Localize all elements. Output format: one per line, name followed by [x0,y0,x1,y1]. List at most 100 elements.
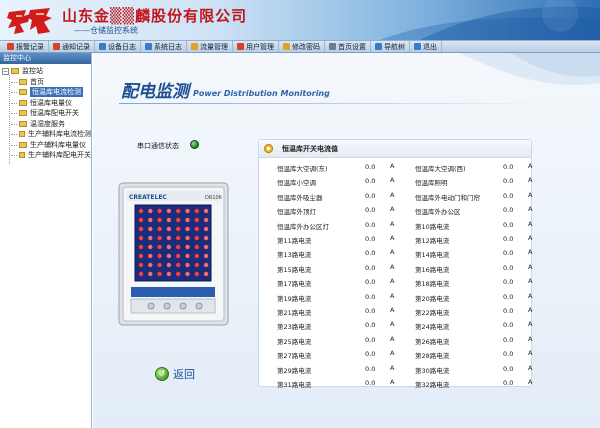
sidebar-item-label: 恒温库电流检测 [30,87,83,98]
device-led [176,208,181,214]
channel-name: 第21路电流 [277,309,312,317]
device-led [176,244,181,250]
toolbar-item-1[interactable]: 通知记录 [49,41,95,52]
folder-icon [19,99,27,106]
folder-icon [19,89,27,96]
toolbar-item-9[interactable]: 退出 [410,41,442,52]
table-row: 恒温库小空调 0.0 A 恒温库照明 0.0 A [259,175,533,188]
toolbar-item-6[interactable]: 修改密码 [279,41,325,52]
device-led [138,208,144,214]
channel-name: 恒温库外办公区 [415,208,461,217]
sidebar-item-1[interactable]: 恒温库电流检测 [2,87,91,98]
toolbar-item-2[interactable]: 设备日志 [95,41,141,52]
tree-root[interactable]: − 监控站 [2,66,91,77]
device-log-icon [99,43,106,50]
sidebar-item-2[interactable]: 恒温库电量仪 [2,98,91,109]
device-led [157,235,162,241]
sidebar-item-4[interactable]: 温湿度服务 [2,119,91,130]
tree-connector [9,75,10,164]
channel-name: 第16路电流 [415,265,450,274]
device-led [185,217,190,223]
channel-name: 第19路电流 [277,294,312,303]
table-row: 第19路电流 0.0 A 第20路电流 0.0 A [259,291,533,304]
device-led [203,271,209,277]
sidebar-item-0[interactable]: 首页 [2,77,91,88]
current-value: 0.0 [365,206,376,215]
gear-icon [263,143,274,154]
table-row: 第27路电流 0.0 A 第28路电流 0.0 A [259,348,533,361]
back-button[interactable]: ↺ 返回 [155,366,195,382]
toolbar-item-0[interactable]: 报警记录 [3,41,49,52]
toolbar-item-3[interactable]: 系统日志 [141,41,187,52]
channel-name: 第10路电流 [415,222,450,231]
channel-name: 第17路电流 [277,280,312,289]
table-row: 恒温库外吸尘器 0.0 A 恒温库外电动门和门帘 0.0 A [259,190,533,203]
current-value: 0.0 [365,335,376,344]
channel-name: 第13路电流 [277,251,312,260]
channel-name: 恒温库外吸尘器 [277,193,323,202]
device-led [148,217,153,223]
device-led [194,235,199,241]
device-led [166,244,172,250]
sidebar-item-5[interactable]: 生产辅料库电流检测 [2,129,91,140]
current-value: 0.0 [365,249,376,258]
table-row: 恒温库外办公区灯 0.0 A 第10路电流 0.0 A [259,219,533,232]
device-led [194,217,199,223]
device-led [157,208,162,214]
current-unit: A [528,162,533,170]
current-value: 0.0 [503,191,514,200]
device-led [203,208,209,214]
company-logo [7,8,52,34]
sidebar-item-3[interactable]: 恒温库配电开关 [2,108,91,119]
device-led [138,271,144,277]
sidebar-item-label: 生产辅料库电量仪 [30,140,86,149]
channel-name: 第15路电流 [277,265,312,274]
company-name: 山东金▒▒麟股份有限公司 [62,7,248,25]
main-content: 配电监测 Power Distribution Monitoring 串口通信状… [93,53,600,428]
device-led [185,253,190,259]
sidebar-item-7[interactable]: 生产辅料库配电开关 [2,150,91,161]
channel-name: 第28路电流 [415,352,450,361]
device-led [166,271,172,277]
device-led [194,244,199,250]
comm-status-indicator [190,140,199,149]
device-led [194,253,199,259]
system-log-icon [145,43,152,50]
toolbar-item-4[interactable]: 流量管理 [187,41,233,52]
system-subtitle: ——仓储监控系统 [74,26,138,35]
current-value: 0.0 [503,235,514,243]
table-row: 第11路电流 0.0 A 第12路电流 0.0 A [259,233,533,246]
device-led [185,271,190,277]
current-unit: A [528,262,533,271]
channel-name: 第12路电流 [415,237,450,245]
key-icon [283,43,290,50]
toolbar-item-label: 系统日志 [154,42,182,51]
channel-name: 第20路电流 [415,294,450,303]
device-led [185,244,190,250]
folder-icon [19,110,27,117]
device-led [157,244,162,250]
sidebar-item-label: 恒温库配电开关 [30,109,79,118]
table-row: 第21路电流 0.0 A 第22路电流 0.0 A [259,305,533,318]
device-led [185,235,190,241]
channel-name: 第11路电流 [277,237,312,245]
channel-name: 第27路电流 [277,352,312,361]
current-value: 0.0 [365,191,376,200]
toolbar-item-5[interactable]: 用户管理 [233,41,279,52]
device-led [203,253,209,259]
current-unit: A [528,248,533,257]
collapse-icon[interactable]: − [2,67,9,75]
sidebar-item-6[interactable]: 生产辅料库电量仪 [2,140,91,151]
toolbar-item-8[interactable]: 导航树 [371,41,410,52]
device-led [194,208,199,214]
device-led [166,217,172,223]
sidebar-item-label: 首页 [30,77,44,86]
toolbar-item-7[interactable]: 首页设置 [325,41,371,52]
title-decoration [460,53,600,85]
table-row: 第23路电流 0.0 A 第24路电流 0.0 A [259,319,533,332]
current-unit: A [528,176,533,185]
device-led [203,244,209,250]
channel-name: 恒温库外电动门和门帘 [415,193,480,202]
current-value: 0.0 [503,321,514,330]
device-model-label: DR106 [205,195,222,201]
